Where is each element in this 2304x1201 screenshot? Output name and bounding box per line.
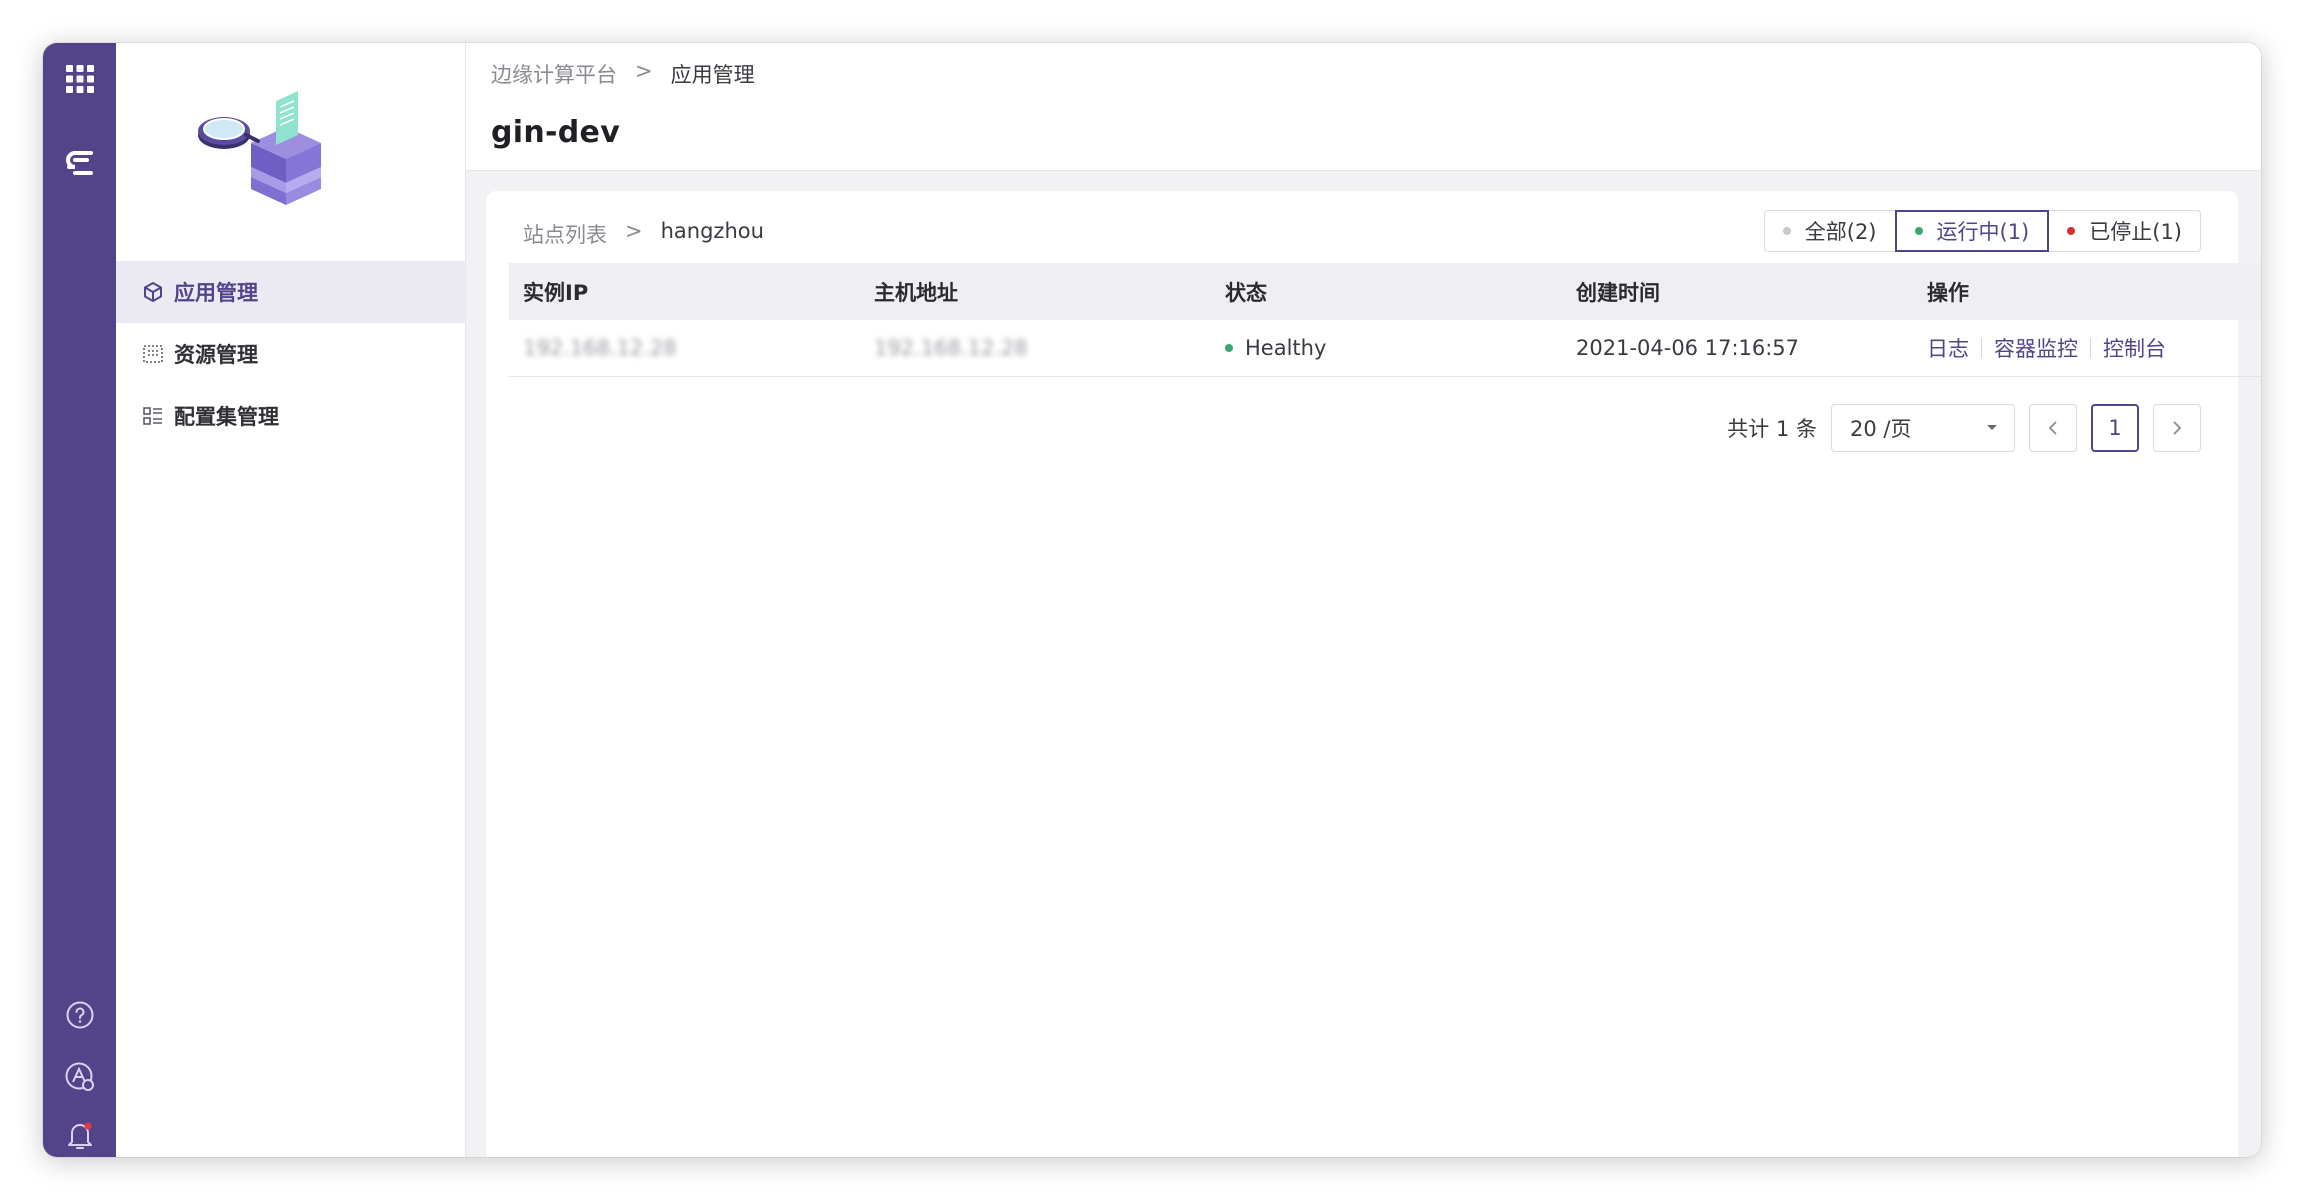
account-settings-icon[interactable] <box>43 1053 116 1101</box>
column-header: 状态 <box>1225 280 1267 305</box>
site-breadcrumb: 站点列表 > hangzhou <box>523 219 764 249</box>
divider <box>2090 338 2091 358</box>
divider <box>1981 338 1982 358</box>
bell-icon[interactable] <box>43 1111 116 1157</box>
chevron-right-icon <box>2173 421 2182 435</box>
caret-down-icon <box>1987 425 1997 430</box>
cube-icon <box>144 282 162 302</box>
page-size-value: 20 /页 <box>1850 417 1912 441</box>
app-logo <box>196 83 346 213</box>
sidebar-item-label: 资源管理 <box>174 343 258 367</box>
page-size-select[interactable]: 20 /页 <box>1831 404 2015 452</box>
status-filter-group: 全部(2) 运行中(1) 已停止(1) <box>1763 210 2201 252</box>
total-count: 共计 1 条 <box>1727 417 1817 441</box>
config-list-icon <box>143 407 162 425</box>
breadcrumb: 边缘计算平台 > 应用管理 <box>491 59 755 89</box>
filter-all[interactable]: 全部(2) <box>1763 210 1896 252</box>
breadcrumb-separator: > <box>635 59 653 83</box>
table-row: 192.168.12.28 192.168.12.28 Healthy 2021… <box>509 320 2261 377</box>
resource-grid-icon <box>143 345 163 363</box>
host-address: 192.168.12.28 <box>874 336 1028 360</box>
app-window: 应用管理 资源管理 配置集管理 边缘计算平台 > 应用管理 gin-dev 站点… <box>43 43 2261 1157</box>
container-monitor-link[interactable]: 容器监控 <box>1994 333 2078 363</box>
status-dot <box>1914 227 1923 235</box>
sidebar-item-app-management[interactable]: 应用管理 <box>116 261 466 323</box>
side-navigation: 应用管理 资源管理 配置集管理 <box>116 43 466 1157</box>
sidebar-item-label: 应用管理 <box>174 281 258 305</box>
status-dot <box>1782 227 1791 235</box>
column-header: 创建时间 <box>1576 280 1660 305</box>
site-breadcrumb-current: hangzhou <box>660 219 764 243</box>
logs-link[interactable]: 日志 <box>1927 333 1969 363</box>
column-header: 实例IP <box>523 280 589 305</box>
filter-label: 已停止(1) <box>2089 220 2182 244</box>
sidebar-item-resource-management[interactable]: 资源管理 <box>116 323 466 385</box>
column-header: 操作 <box>1927 280 1969 305</box>
status-text: Healthy <box>1245 336 1327 360</box>
page-header: 边缘计算平台 > 应用管理 gin-dev <box>466 43 2261 171</box>
breadcrumb-current: 应用管理 <box>670 63 755 87</box>
content-panel: 站点列表 > hangzhou 全部(2) 运行中(1) 已停止(1) 实例IP… <box>486 191 2261 1157</box>
instance-table: 实例IP 主机地址 状态 创建时间 操作 192.168.12.28 192.1… <box>509 263 2261 377</box>
console-link[interactable]: 控制台 <box>2103 333 2166 363</box>
filter-stopped[interactable]: 已停止(1) <box>2048 210 2201 252</box>
table-header: 实例IP 主机地址 状态 创建时间 操作 <box>509 263 2261 320</box>
page-title: gin-dev <box>491 115 621 150</box>
healthy-dot-icon <box>1225 344 1233 352</box>
next-page-button[interactable] <box>2153 404 2201 452</box>
apps-grid-icon[interactable] <box>43 55 116 103</box>
brand-e-icon[interactable] <box>43 139 116 187</box>
sidebar-item-config-management[interactable]: 配置集管理 <box>116 385 466 447</box>
created-time: 2021-04-06 17:16:57 <box>1576 336 1800 360</box>
chevron-left-icon <box>2048 421 2057 435</box>
breadcrumb-root[interactable]: 边缘计算平台 <box>491 59 617 89</box>
actions-cell: 日志 容器监控 控制台 <box>1913 333 2261 363</box>
site-breadcrumb-root[interactable]: 站点列表 <box>523 219 607 249</box>
prev-page-button[interactable] <box>2029 404 2077 452</box>
filter-label: 运行中(1) <box>1936 220 2030 244</box>
sidebar-item-label: 配置集管理 <box>174 405 279 429</box>
instance-ip: 192.168.12.28 <box>523 336 677 360</box>
page-number-button[interactable]: 1 <box>2091 404 2139 452</box>
site-breadcrumb-separator: > <box>625 219 643 243</box>
filter-label: 全部(2) <box>1804 220 1877 244</box>
column-header: 主机地址 <box>874 280 958 305</box>
pagination: 共计 1 条 20 /页 1 <box>1727 404 2201 452</box>
status-dot <box>2067 227 2076 235</box>
filter-running[interactable]: 运行中(1) <box>1894 210 2050 252</box>
help-circle-icon[interactable] <box>43 991 116 1039</box>
icon-rail <box>43 43 116 1157</box>
status-cell: Healthy <box>1211 336 1562 360</box>
